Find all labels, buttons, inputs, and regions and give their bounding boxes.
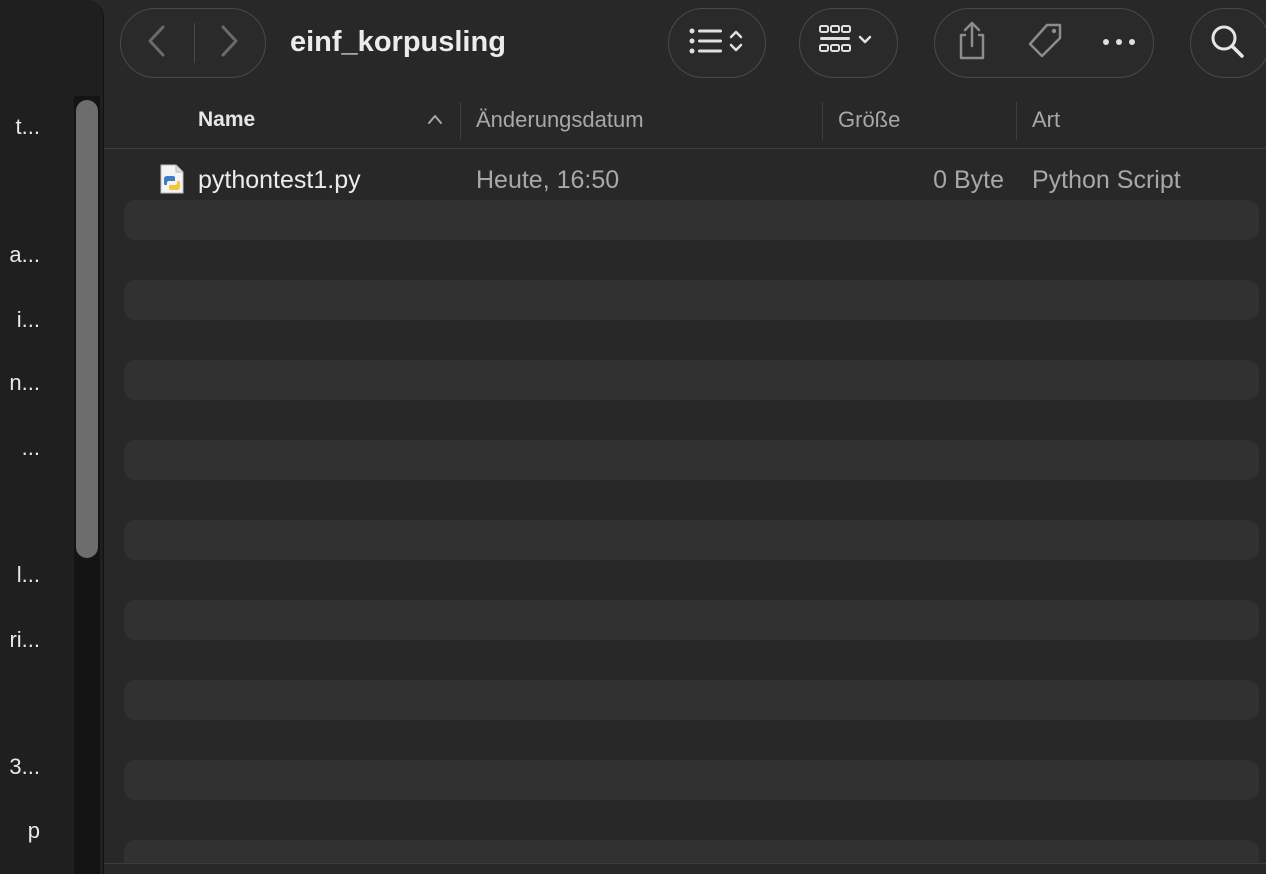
nav-divider bbox=[194, 23, 195, 63]
sidebar-item[interactable]: 3... bbox=[0, 752, 40, 782]
list-view-icon bbox=[685, 23, 751, 64]
status-bar bbox=[104, 863, 1266, 874]
sidebar: t... a... i... n... ... l... ri... 3... … bbox=[0, 0, 104, 874]
sidebar-item[interactable]: ... bbox=[0, 433, 40, 463]
file-size: 0 Byte bbox=[933, 166, 1004, 194]
forward-button[interactable] bbox=[203, 15, 255, 71]
column-size-header[interactable]: Größe bbox=[838, 98, 900, 142]
tag-icon bbox=[1025, 21, 1065, 66]
share-icon bbox=[955, 21, 989, 66]
empty-row-stripe bbox=[124, 680, 1259, 720]
file-name: pythontest1.py bbox=[198, 166, 361, 194]
column-kind-header[interactable]: Art bbox=[1032, 98, 1060, 142]
window-title: einf_korpusling bbox=[290, 26, 506, 58]
group-button[interactable] bbox=[799, 8, 898, 78]
search-button[interactable] bbox=[1190, 8, 1266, 78]
more-button[interactable] bbox=[1093, 17, 1145, 69]
sort-ascending-icon[interactable] bbox=[426, 112, 444, 131]
share-button[interactable] bbox=[947, 17, 997, 69]
empty-row-stripe bbox=[124, 520, 1259, 560]
sidebar-item[interactable]: n... bbox=[0, 368, 40, 398]
sidebar-item[interactable]: l... bbox=[0, 560, 40, 590]
sidebar-scrollbar-thumb[interactable] bbox=[76, 100, 98, 558]
column-separator[interactable] bbox=[822, 102, 823, 140]
table-row[interactable]: pythontest1.py Heute, 16:50 0 Byte Pytho… bbox=[124, 160, 1259, 200]
column-header: Name Änderungsdatum Größe Art bbox=[104, 98, 1266, 149]
view-options-button[interactable] bbox=[668, 8, 766, 78]
file-modified: Heute, 16:50 bbox=[476, 166, 620, 194]
python-file-icon bbox=[160, 164, 184, 199]
file-kind: Python Script bbox=[1032, 166, 1181, 194]
empty-row-stripe bbox=[124, 760, 1259, 800]
column-modified-header[interactable]: Änderungsdatum bbox=[476, 98, 644, 142]
empty-row-stripe bbox=[124, 360, 1259, 400]
grid-group-icon bbox=[816, 22, 882, 65]
tag-button[interactable] bbox=[1019, 17, 1071, 69]
empty-row-stripe bbox=[124, 600, 1259, 640]
actions-group bbox=[934, 8, 1154, 78]
sidebar-item[interactable]: t... bbox=[0, 112, 40, 142]
sidebar-item[interactable]: ri... bbox=[0, 625, 40, 655]
empty-row-stripe bbox=[124, 440, 1259, 480]
empty-row-stripe bbox=[124, 840, 1259, 863]
toolbar: einf_korpusling bbox=[104, 0, 1266, 98]
column-separator[interactable] bbox=[1016, 102, 1017, 140]
empty-row-stripe bbox=[124, 200, 1259, 240]
column-separator[interactable] bbox=[460, 102, 461, 140]
finder-window: t... a... i... n... ... l... ri... 3... … bbox=[0, 0, 1266, 874]
back-button[interactable] bbox=[131, 15, 183, 71]
file-list: pythontest1.py Heute, 16:50 0 Byte Pytho… bbox=[104, 149, 1266, 863]
column-name-header[interactable]: Name bbox=[198, 98, 255, 142]
chevron-right-icon bbox=[218, 24, 240, 63]
sidebar-item[interactable]: a... bbox=[0, 240, 40, 270]
search-icon bbox=[1209, 23, 1245, 64]
sidebar-item[interactable]: p bbox=[0, 816, 40, 846]
sidebar-item[interactable]: i... bbox=[0, 305, 40, 335]
ellipsis-icon bbox=[1101, 34, 1137, 52]
navigation-group bbox=[120, 8, 266, 78]
chevron-left-icon bbox=[146, 24, 168, 63]
empty-row-stripe bbox=[124, 280, 1259, 320]
